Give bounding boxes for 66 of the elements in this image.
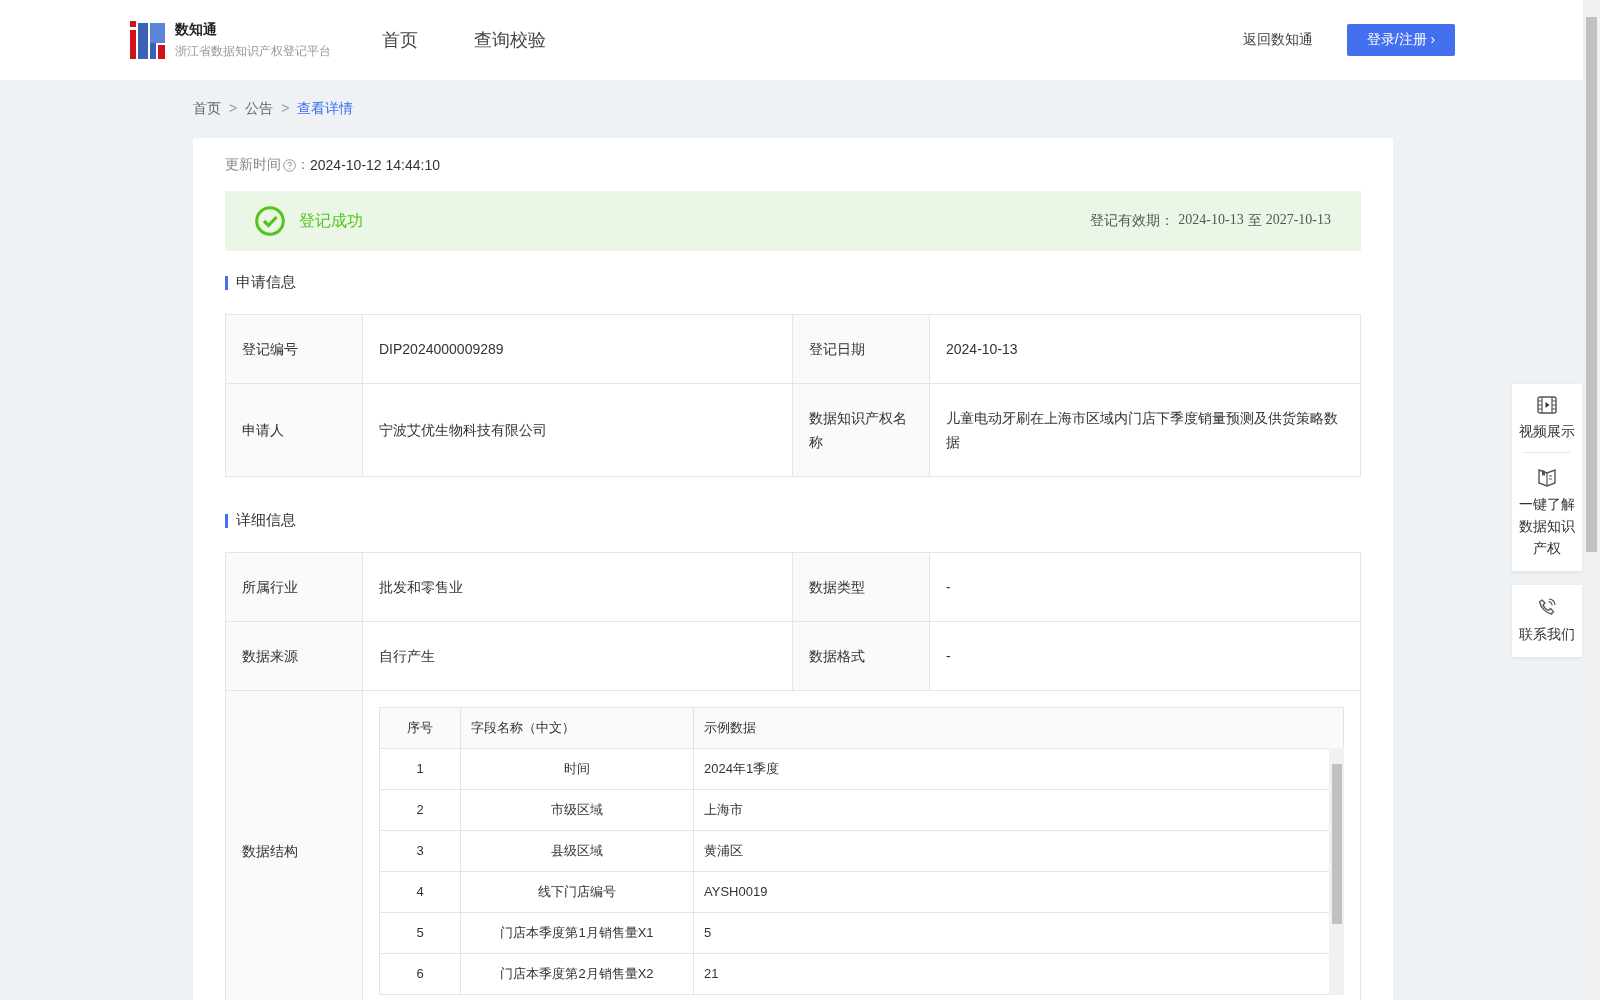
table-cell: 5 (379, 912, 461, 954)
field-label: 数据来源 (225, 621, 363, 691)
field-label: 登记日期 (792, 314, 930, 384)
field-label: 数据结构 (225, 690, 363, 1000)
side-menu-item[interactable]: 一键了解数据知识产权 (1517, 467, 1577, 559)
nav-link[interactable]: 首页 (382, 28, 418, 52)
field-value: - (929, 552, 1361, 622)
field-value: 批发和零售业 (362, 552, 793, 622)
table-cell: 3 (379, 830, 461, 872)
help-icon (283, 158, 296, 172)
scrollbar[interactable] (1329, 748, 1344, 995)
breadcrumb-separator: > (281, 100, 290, 118)
breadcrumb-item[interactable]: 首页 (193, 100, 221, 118)
logo-title: 数知通 (175, 20, 218, 39)
table-cell: 1 (379, 748, 461, 790)
column-header: 序号 (379, 707, 461, 749)
table-cell: 2 (379, 789, 461, 831)
table-cell: 市级区域 (460, 789, 694, 831)
nav-link[interactable]: 查询校验 (474, 28, 546, 52)
validity-label: 登记有效期： (1090, 212, 1175, 230)
table-cell: 门店本季度第2月销售量X2 (460, 953, 694, 995)
field-value: DIP2024000009289 (362, 314, 793, 384)
field-label: 数据类型 (792, 552, 930, 622)
table-cell: 6 (379, 953, 461, 995)
side-menu-item[interactable]: 视频展示 (1517, 396, 1577, 442)
field-label: 申请人 (225, 383, 363, 477)
side-menu-label: 视频展示 (1519, 422, 1575, 441)
field-value: 儿童电动牙刷在上海市区域内门店下季度销量预测及供货策略数据 (929, 383, 1361, 477)
back-link[interactable]: 返回数知通 (1243, 31, 1313, 49)
column-header: 字段名称（中文） (460, 707, 694, 749)
validity-start: 2024-10-13 (1178, 212, 1244, 229)
check-circle-icon (255, 206, 285, 236)
table-cell: 4 (379, 871, 461, 913)
table-cell: 县级区域 (460, 830, 694, 872)
phone-icon (1537, 597, 1557, 617)
side-menu-label: 一键了解数据知识产权 (1518, 495, 1576, 558)
breadcrumb-separator: > (229, 100, 238, 118)
section-title: 详细信息 (236, 511, 296, 530)
breadcrumb-item[interactable]: 公告 (245, 100, 274, 118)
section-title: 申请信息 (236, 273, 296, 292)
table-cell: 门店本季度第1月销售量X1 (460, 912, 694, 954)
validity-end: 2027-10-13 (1265, 212, 1331, 229)
colon: ： (296, 156, 310, 174)
field-value: 宁波艾优生物科技有限公司 (362, 383, 793, 477)
side-menu-label: 联系我们 (1519, 625, 1575, 644)
status-text: 登记成功 (299, 210, 363, 231)
field-value: 2024-10-13 (929, 314, 1361, 384)
update-time: 2024-10-12 14:44:10 (310, 157, 440, 173)
validity-to: 至 (1247, 212, 1262, 230)
field-value: 自行产生 (362, 621, 793, 691)
field-value: - (929, 621, 1361, 691)
table-cell: 线下门店编号 (460, 871, 694, 913)
login-button[interactable]: 登录/注册 › (1347, 24, 1455, 56)
logo-subtitle: 浙江省数据知识产权登记平台 (175, 42, 331, 60)
field-label: 数据格式 (792, 621, 930, 691)
field-label: 数据知识产权名称 (792, 383, 930, 477)
field-label: 登记编号 (225, 314, 363, 384)
field-label: 所属行业 (225, 552, 363, 622)
table-cell: 时间 (460, 748, 694, 790)
update-label: 更新时间 (225, 156, 281, 174)
column-header: 示例数据 (693, 707, 1344, 749)
book-icon (1537, 467, 1557, 487)
logo-icon (130, 21, 165, 59)
page-scrollbar[interactable] (1583, 0, 1600, 1000)
film-icon (1537, 396, 1557, 414)
breadcrumb-item[interactable]: 查看详情 (297, 100, 354, 118)
